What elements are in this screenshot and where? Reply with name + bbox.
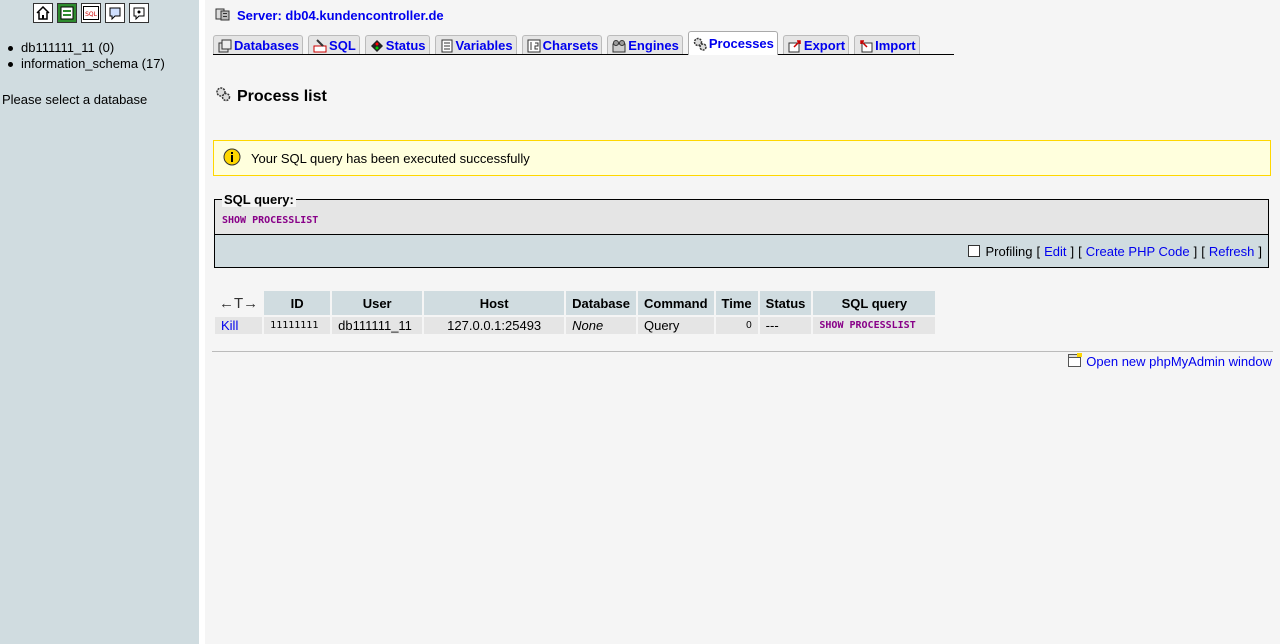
database-link[interactable]: db111111_11 (0) (21, 40, 114, 55)
processes-icon (215, 86, 231, 107)
tab-label: Charsets (542, 38, 599, 53)
status-icon (370, 39, 384, 53)
tab-label: Variables (455, 38, 513, 53)
tab-label: SQL (329, 38, 356, 53)
navigation-frame: SQL db111111_11 (0) information_schema (… (0, 0, 199, 644)
database-item[interactable]: information_schema (17) (8, 56, 165, 72)
import-icon (859, 39, 873, 53)
tab-label: Import (875, 38, 916, 53)
page-title: Process list (215, 86, 327, 107)
bracket: [ (1036, 243, 1041, 259)
notice-text: Your SQL query has been executed success… (251, 150, 530, 166)
tab-processes[interactable]: Processes (687, 31, 778, 55)
create-php-code-link[interactable]: Create PHP Code (1086, 244, 1190, 259)
engines-icon (612, 39, 626, 53)
column-header-command: Command (637, 291, 714, 317)
sql-query-text: SHOW PROCESSLIST (222, 215, 319, 226)
column-header-id: ID (264, 291, 331, 317)
sql-query-legend: SQL query: (222, 192, 296, 207)
content-frame: Server: db04.kundencontroller.de Databas… (205, 0, 1280, 644)
bracket: [ (1078, 243, 1082, 259)
column-header-time: Time (715, 291, 758, 317)
sql-query-box: SQL query: SHOW PROCESSLIST (214, 192, 1269, 234)
process-database: None (566, 317, 636, 334)
edit-link[interactable]: Edit (1044, 244, 1066, 259)
tabs-baseline (213, 54, 954, 55)
column-header-sql-query: SQL query (813, 291, 936, 317)
column-header-host: Host (424, 291, 565, 317)
tab-label: Processes (708, 36, 774, 51)
tab-label: Engines (628, 38, 679, 53)
mysql-docs-icon[interactable] (129, 3, 149, 23)
tab-label: Databases (234, 38, 300, 53)
process-sql-query: SHOW PROCESSLIST (813, 317, 936, 334)
table-row: Kill 11111111 db111111_11 127.0.0.1:2549… (215, 317, 936, 334)
profiling-checkbox[interactable] (967, 245, 980, 257)
tab-databases[interactable]: Databases (213, 35, 304, 55)
sql-icon (313, 38, 327, 53)
new-window-icon (1068, 353, 1083, 370)
bracket: ] (1070, 243, 1075, 259)
sql-query-toolbar: Profiling [ Edit ] [ Create PHP Code ] [… (214, 234, 1269, 268)
process-status: --- (759, 317, 812, 334)
process-table: ←T→ ID User Host Database Command Time S… (213, 291, 937, 334)
tab-import[interactable]: Import (854, 35, 920, 55)
phpmyadmin-docs-icon[interactable] (105, 3, 125, 23)
process-time: 0 (715, 317, 758, 334)
server-link[interactable]: Server: db04.kundencontroller.de (237, 8, 444, 23)
open-new-window[interactable]: Open new phpMyAdmin window (1068, 353, 1272, 370)
page-title-text: Process list (237, 87, 327, 105)
refresh-link[interactable]: Refresh (1209, 244, 1255, 259)
processes-icon (693, 37, 707, 51)
sql-query-window-icon[interactable] (57, 3, 77, 23)
sql-docs-icon[interactable]: SQL (81, 3, 101, 23)
process-host: 127.0.0.1:25493 (424, 317, 565, 334)
info-icon (223, 148, 241, 169)
home-icon[interactable] (33, 3, 53, 23)
database-item[interactable]: db111111_11 (0) (8, 40, 165, 56)
svg-text:SQL: SQL (85, 11, 98, 18)
kill-link[interactable]: Kill (221, 318, 238, 333)
tab-label: Status (385, 38, 426, 53)
process-id: 11111111 (264, 317, 331, 334)
tab-label: Export (803, 38, 846, 53)
column-header-status: Status (759, 291, 812, 317)
tab-charsets[interactable]: Charsets (521, 35, 603, 55)
databases-icon (218, 39, 232, 53)
bottom-divider (212, 351, 1273, 352)
tab-status[interactable]: Status (364, 35, 430, 55)
column-header-database: Database (566, 291, 636, 317)
database-link[interactable]: information_schema (17) (21, 56, 165, 71)
bracket: ] (1258, 243, 1262, 259)
profiling-label: Profiling (985, 243, 1033, 259)
arrows-text: ←T→ (219, 294, 259, 312)
database-list: db111111_11 (0) information_schema (17) (8, 40, 165, 72)
bracket: ] (1193, 243, 1198, 259)
nav-icon-bar: SQL (33, 3, 149, 23)
process-user: db111111_11 (332, 317, 423, 334)
top-tabs: Databases SQL Status Variables Charsets … (213, 31, 925, 55)
column-header-user: User (332, 291, 423, 317)
tab-variables[interactable]: Variables (434, 35, 517, 55)
variables-icon (440, 39, 454, 53)
kill-cell: Kill (215, 317, 263, 334)
server-breadcrumb: Server: db04.kundencontroller.de (215, 7, 444, 24)
tab-export[interactable]: Export (782, 35, 850, 55)
column-toggle-arrows[interactable]: ←T→ (215, 291, 263, 317)
server-icon (215, 7, 231, 24)
success-notice: Your SQL query has been executed success… (213, 140, 1271, 176)
select-database-hint: Please select a database (2, 92, 148, 107)
export-icon (788, 39, 802, 53)
bracket: [ (1201, 243, 1205, 259)
process-command: Query (637, 317, 714, 334)
tab-sql[interactable]: SQL (308, 35, 360, 55)
open-new-window-link[interactable]: Open new phpMyAdmin window (1086, 354, 1272, 369)
table-header-row: ←T→ ID User Host Database Command Time S… (215, 291, 936, 317)
tab-engines[interactable]: Engines (607, 35, 683, 55)
charsets-icon (527, 39, 541, 53)
